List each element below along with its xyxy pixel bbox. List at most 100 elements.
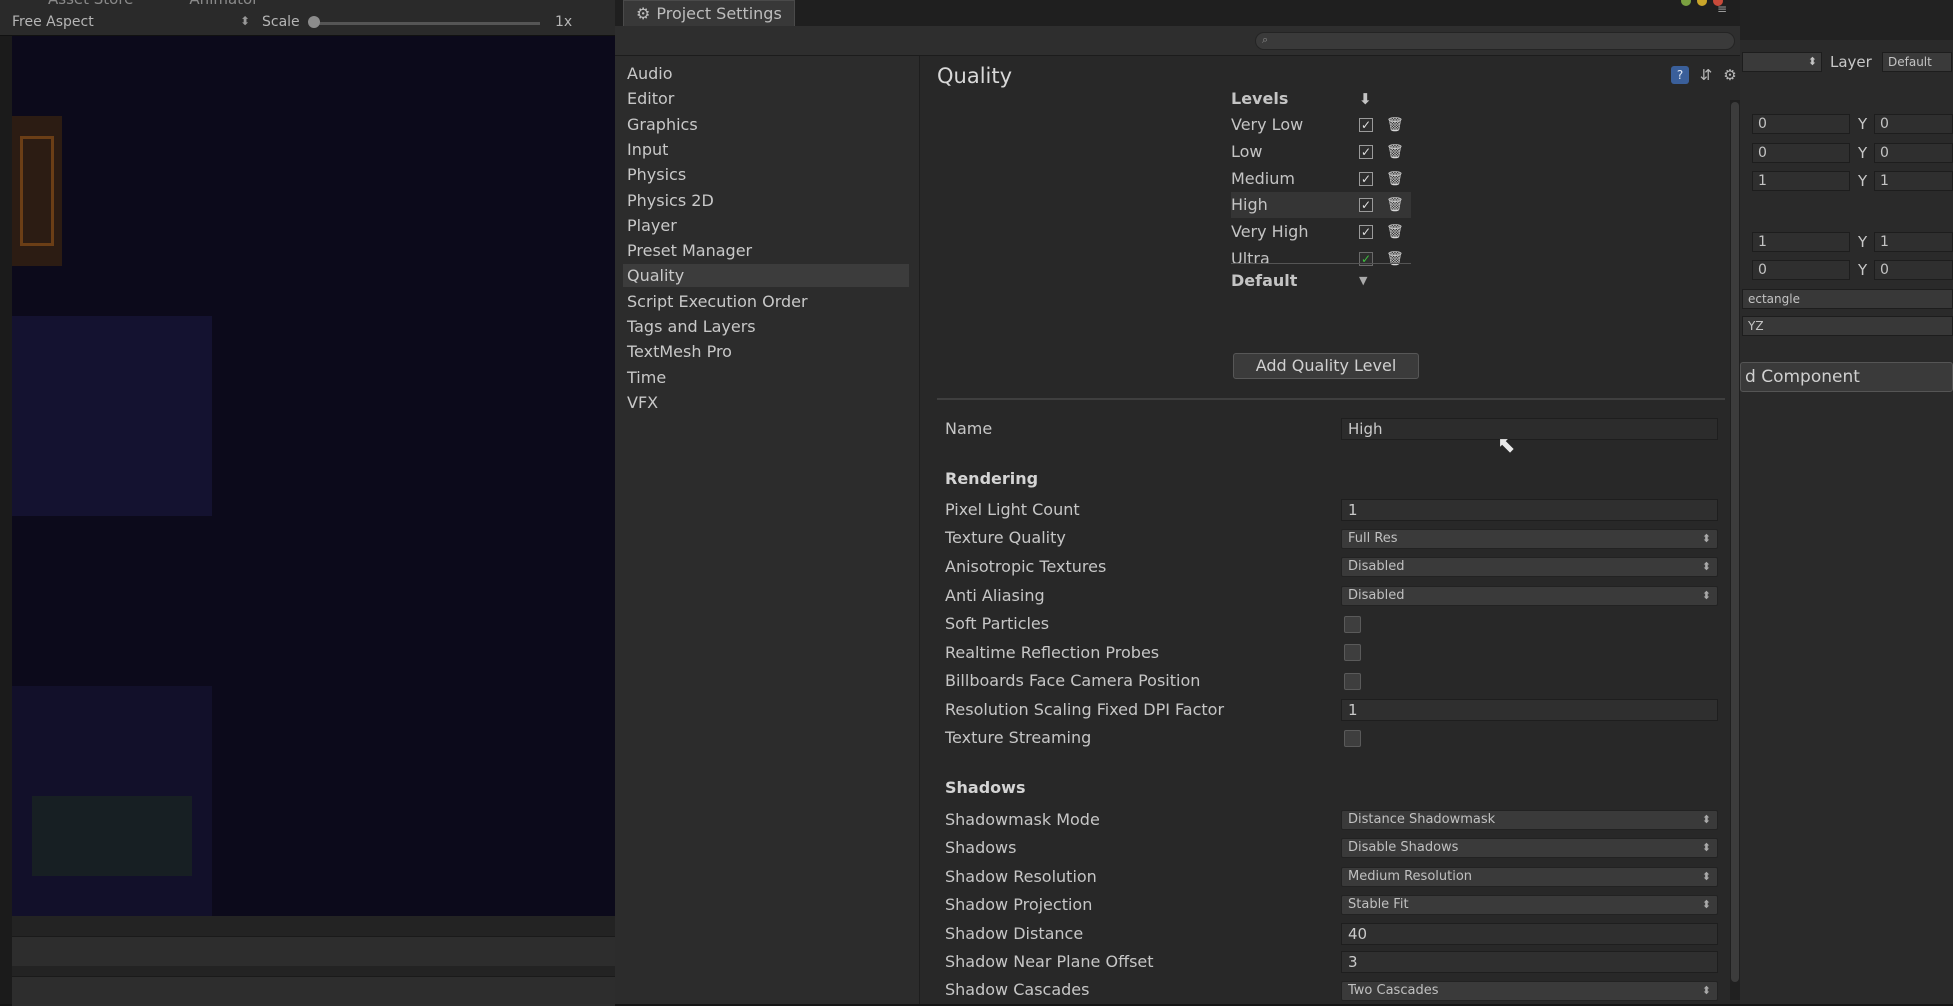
- quality-level-name: Very Low: [1231, 115, 1304, 134]
- sidebar-item-textmesh-pro[interactable]: TextMesh Pro: [627, 340, 913, 363]
- texture-streaming-checkbox[interactable]: [1344, 730, 1361, 747]
- content-scrollbar[interactable]: [1730, 100, 1740, 1000]
- quality-level-row[interactable]: Medium ✓ 🗑: [1231, 166, 1411, 192]
- quality-level-row[interactable]: Low ✓ 🗑: [1231, 139, 1411, 165]
- soft-particles-checkbox[interactable]: [1344, 616, 1361, 633]
- quality-level-checkbox[interactable]: ✓: [1359, 144, 1373, 159]
- billboards-label: Billboards Face Camera Position: [945, 671, 1201, 690]
- page-title: Quality: [937, 64, 1013, 88]
- window-titlebar: ⚙ Project Settings ≡: [615, 0, 1740, 26]
- sidebar-item-quality[interactable]: Quality: [623, 264, 909, 288]
- name-label: Name: [945, 419, 993, 438]
- help-icon[interactable]: ?: [1671, 66, 1689, 84]
- levels-header-label: Levels: [1231, 89, 1289, 108]
- name-field[interactable]: High: [1341, 418, 1718, 440]
- game-view-toolbar: Asset Store Animator Free Aspect ⬍ Scale…: [0, 0, 615, 36]
- preset-icon[interactable]: ⇵: [1697, 66, 1715, 84]
- x-field[interactable]: 1: [1752, 171, 1850, 191]
- add-quality-level-button[interactable]: Add Quality Level: [1233, 353, 1419, 379]
- game-view-panel: Asset Store Animator Free Aspect ⬍ Scale…: [0, 0, 615, 1006]
- quality-level-row[interactable]: Very Low ✓ 🗑: [1231, 112, 1411, 138]
- shape-dropdown[interactable]: ectangle: [1742, 289, 1953, 309]
- sidebar-item-time[interactable]: Time: [627, 366, 913, 389]
- aspect-dropdown[interactable]: Free Aspect: [12, 14, 94, 30]
- delete-level-icon[interactable]: 🗑: [1386, 112, 1404, 138]
- add-component-button[interactable]: d Component: [1740, 362, 1953, 392]
- default-label: Default: [1231, 271, 1298, 290]
- shadowmask-mode-dropdown[interactable]: Distance Shadowmask: [1341, 810, 1718, 830]
- y-field[interactable]: 1: [1874, 232, 1953, 252]
- realtime-reflection-label: Realtime Reflection Probes: [945, 643, 1160, 662]
- shadow-projection-dropdown[interactable]: Stable Fit: [1341, 895, 1718, 915]
- dpi-factor-label: Resolution Scaling Fixed DPI Factor: [945, 700, 1225, 719]
- anisotropic-dropdown[interactable]: Disabled: [1341, 557, 1718, 577]
- shadow-near-plane-field[interactable]: 3: [1341, 951, 1718, 973]
- pixel-light-count-field[interactable]: 1: [1341, 499, 1718, 521]
- x-field[interactable]: 1: [1752, 232, 1850, 252]
- quality-level-checkbox[interactable]: ✓: [1359, 118, 1373, 132]
- shadow-cascades-label: Shadow Cascades: [945, 980, 1090, 999]
- x-field[interactable]: 0: [1752, 143, 1850, 163]
- sidebar-item-preset-manager[interactable]: Preset Manager: [627, 239, 913, 262]
- scale-slider-handle[interactable]: [308, 16, 320, 28]
- tag-dropdown[interactable]: ⬍: [1742, 52, 1822, 72]
- sidebar-item-input[interactable]: Input: [627, 138, 913, 161]
- inspector-vector-row: 1Y1: [1740, 232, 1953, 256]
- anti-aliasing-dropdown[interactable]: Disabled: [1341, 586, 1718, 606]
- sidebar-item-script-execution-order[interactable]: Script Execution Order: [627, 290, 913, 313]
- sidebar-item-editor[interactable]: Editor: [627, 87, 913, 110]
- delete-level-icon[interactable]: 🗑: [1386, 192, 1404, 218]
- default-dropdown-arrow-icon[interactable]: ▼: [1359, 268, 1367, 294]
- window-button-green[interactable]: [1681, 0, 1691, 6]
- game-sprite-window: [20, 136, 54, 246]
- sidebar-item-tags-and-layers[interactable]: Tags and Layers: [627, 315, 913, 338]
- delete-level-icon[interactable]: 🗑: [1386, 166, 1404, 192]
- quality-level-name: Very High: [1231, 222, 1309, 242]
- shadow-cascades-dropdown[interactable]: Two Cascades: [1341, 981, 1718, 1001]
- sidebar-item-graphics[interactable]: Graphics: [627, 113, 913, 136]
- scrollbar-thumb[interactable]: [1731, 102, 1739, 982]
- quality-level-name: Low: [1231, 141, 1263, 161]
- sidebar-item-physics[interactable]: Physics: [627, 163, 913, 186]
- search-input[interactable]: ⌕: [1255, 32, 1735, 50]
- quality-level-row[interactable]: Very High ✓ 🗑: [1231, 219, 1411, 245]
- texture-quality-dropdown[interactable]: Full Res: [1341, 529, 1718, 549]
- shadow-distance-label: Shadow Distance: [945, 924, 1084, 943]
- game-viewport[interactable]: [12, 36, 615, 916]
- shadow-projection-label: Shadow Projection: [945, 895, 1093, 914]
- x-field[interactable]: 0: [1752, 260, 1850, 280]
- window-menu-icon[interactable]: ≡: [1717, 2, 1727, 16]
- layer-label: Layer: [1830, 53, 1872, 71]
- layer-dropdown[interactable]: Default: [1882, 52, 1952, 72]
- dpi-factor-field[interactable]: 1: [1341, 699, 1718, 721]
- sidebar-item-physics-2d[interactable]: Physics 2D: [627, 189, 913, 212]
- realtime-reflection-checkbox[interactable]: [1344, 644, 1361, 661]
- shadows-dropdown[interactable]: Disable Shadows: [1341, 838, 1718, 858]
- sidebar-item-player[interactable]: Player: [627, 214, 913, 237]
- y-field[interactable]: 0: [1874, 143, 1953, 163]
- y-field[interactable]: 0: [1874, 114, 1953, 134]
- quality-level-name: Medium: [1231, 168, 1295, 188]
- tab-animator[interactable]: Animator: [149, 0, 258, 8]
- delete-level-icon[interactable]: 🗑: [1386, 219, 1404, 245]
- quality-level-row[interactable]: High ✓ 🗑: [1231, 192, 1411, 219]
- quality-level-checkbox[interactable]: ✓: [1359, 198, 1373, 213]
- window-button-yellow[interactable]: [1697, 0, 1707, 6]
- project-settings-tab[interactable]: ⚙ Project Settings: [623, 0, 795, 26]
- y-field[interactable]: 1: [1874, 171, 1953, 191]
- billboards-checkbox[interactable]: [1344, 673, 1361, 690]
- sidebar-item-vfx[interactable]: VFX: [627, 391, 913, 414]
- scale-slider-track[interactable]: [310, 22, 540, 25]
- quality-level-checkbox[interactable]: ✓: [1359, 171, 1373, 186]
- shadows-label: Shadows: [945, 838, 1017, 857]
- settings-gear-icon[interactable]: ⚙: [1721, 66, 1739, 84]
- shadow-distance-field[interactable]: 40: [1341, 923, 1718, 945]
- tab-asset-store[interactable]: Asset Store: [0, 0, 133, 8]
- delete-level-icon[interactable]: 🗑: [1386, 139, 1404, 165]
- y-field[interactable]: 0: [1874, 260, 1953, 280]
- shadow-resolution-dropdown[interactable]: Medium Resolution: [1341, 867, 1718, 887]
- x-field[interactable]: 0: [1752, 114, 1850, 134]
- axis-dropdown[interactable]: YZ: [1742, 316, 1953, 336]
- quality-level-checkbox[interactable]: ✓: [1359, 225, 1373, 240]
- sidebar-item-audio[interactable]: Audio: [627, 62, 913, 85]
